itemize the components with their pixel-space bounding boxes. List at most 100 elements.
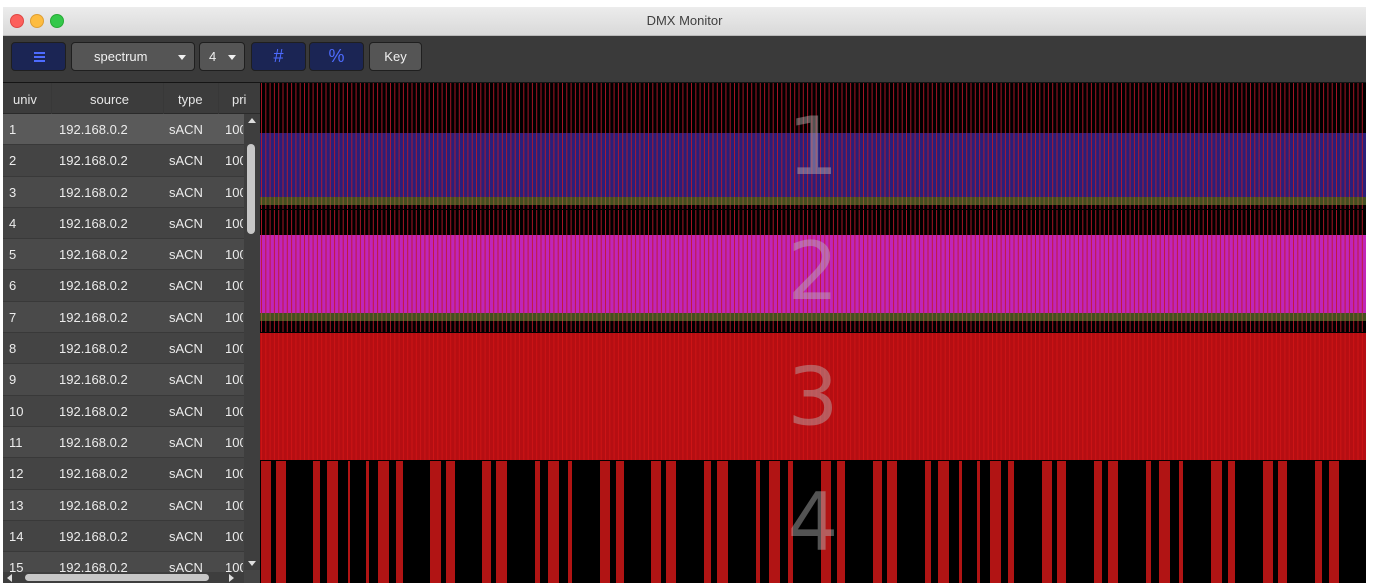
cell-type: sACN [169,434,203,450]
channel-bar [1268,461,1269,583]
channel-bar [438,461,439,583]
channel-bar [759,461,760,583]
table-row[interactable]: 3 192.168.0.2 sACN 100 [3,176,244,208]
horizontal-scrollbar[interactable] [3,572,244,583]
channel-bar [510,83,512,209]
table-row[interactable]: 6 192.168.0.2 sACN 100 [3,270,244,302]
title-bar[interactable]: DMX Monitor [3,7,1366,36]
scroll-right-icon[interactable] [229,574,234,582]
channel-bar [402,461,403,583]
channel-bar [348,461,349,583]
table-row[interactable]: 12 192.168.0.2 sACN 100 [3,458,244,490]
channel-bar [618,461,619,583]
channel-bar [839,461,840,583]
channel-bar [1086,333,1088,460]
channel-bar [1286,461,1287,583]
cell-univ: 10 [9,403,24,419]
key-button[interactable]: Key [369,42,422,71]
cell-pri: 100 [225,497,243,513]
channel-bar [1044,461,1045,583]
channel-bar [990,461,991,583]
horizontal-scroll-thumb[interactable] [25,574,209,581]
channel-bar [1060,83,1062,209]
cell-type: sACN [169,215,203,231]
channel-bar [400,461,401,583]
table-body: 1 192.168.0.2 sACN 100 2 192.168.0.2 sACN 100 3 1… [3,114,244,574]
percent-format-button[interactable]: % [309,42,364,71]
cell-type: sACN [169,466,203,482]
channel-bar [1167,461,1168,583]
scroll-left-icon[interactable] [7,574,12,582]
channel-bar [1047,83,1049,209]
column-header-univ[interactable]: univ [13,92,37,107]
scroll-down-icon[interactable] [248,561,256,566]
channel-bar [273,333,275,460]
table-row[interactable]: 2 192.168.0.2 sACN 100 [3,145,244,177]
cell-univ: 8 [9,341,17,357]
table-row[interactable]: 13 192.168.0.2 sACN 100 [3,489,244,521]
channel-bar [514,333,516,460]
universe-count-select[interactable]: 4 [199,42,245,71]
channel-bar [927,461,928,583]
channel-bar [1042,461,1043,583]
channel-bar [1337,461,1338,583]
channel-bar [463,83,465,209]
channel-bar [1039,333,1041,460]
channel-bar [756,461,757,583]
channel-bar [568,461,569,583]
universe-band-3[interactable]: 3 [260,333,1366,460]
channel-bar [1333,461,1334,583]
table-row[interactable]: 7 192.168.0.2 sACN 100 [3,301,244,334]
channel-bar [557,83,559,209]
sidebar-toggle-button[interactable] [11,42,66,71]
channel-bar [1149,461,1150,583]
number-format-button[interactable]: # [251,42,306,71]
table-row[interactable]: 15192.168.0.2sACN100 [3,552,244,574]
column-header-type[interactable]: type [178,92,203,107]
channel-bar [379,461,380,583]
channel-bar [1315,461,1316,583]
channel-bar [613,83,615,209]
table-row[interactable]: 1 192.168.0.2 sACN 100 [3,114,244,146]
table-row[interactable]: 4 192.168.0.2 sACN 100 [3,207,244,240]
channel-bar [970,83,972,209]
channel-bar [1009,333,1011,460]
channel-bar [630,83,632,209]
vertical-scrollbar[interactable] [244,114,260,570]
channel-bar [1212,461,1213,583]
universe-band-4[interactable]: 4 [261,461,1339,583]
table-row[interactable]: 9 192.168.0.2 sACN 100 [3,364,244,396]
channel-bar [1254,83,1256,209]
channel-bar [489,461,490,583]
column-header-source[interactable]: source [90,92,129,107]
scroll-up-icon[interactable] [248,118,256,123]
column-header-pri[interactable]: pri [232,92,246,107]
table-row[interactable]: 8 192.168.0.2 sACN 100 [3,333,244,365]
channel-bar [843,461,844,583]
table-row[interactable]: 5 192.168.0.2 sACN 100 [3,239,244,271]
universe-band-1[interactable]: 1 [260,83,1366,209]
table-row[interactable]: 11 192.168.0.2 sACN 100 [3,426,244,459]
view-mode-select[interactable]: spectrum [71,42,195,71]
channel-bar [401,461,402,583]
channel-bar [566,333,568,460]
channel-bar [1148,461,1149,583]
cell-type: sACN [169,403,203,419]
channel-bar [673,83,675,209]
channel-bar [994,461,995,583]
channel-bar [1213,461,1214,583]
channel-bar [678,83,680,209]
channel-bar [493,333,495,460]
channel-bar [773,461,774,583]
channel-bar [1043,333,1045,460]
channel-bar [1099,83,1101,209]
channel-bar [927,83,929,209]
table-row[interactable]: 10 192.168.0.2 sACN 100 [3,395,244,427]
channel-bar [888,333,890,460]
channel-bar [1215,461,1216,583]
channel-bar [1323,333,1325,460]
table-row[interactable]: 14 192.168.0.2 sACN 100 [3,520,244,553]
vertical-scroll-thumb[interactable] [247,144,255,234]
channel-bar [895,461,896,583]
universe-band-2[interactable]: 2 [260,210,1366,332]
